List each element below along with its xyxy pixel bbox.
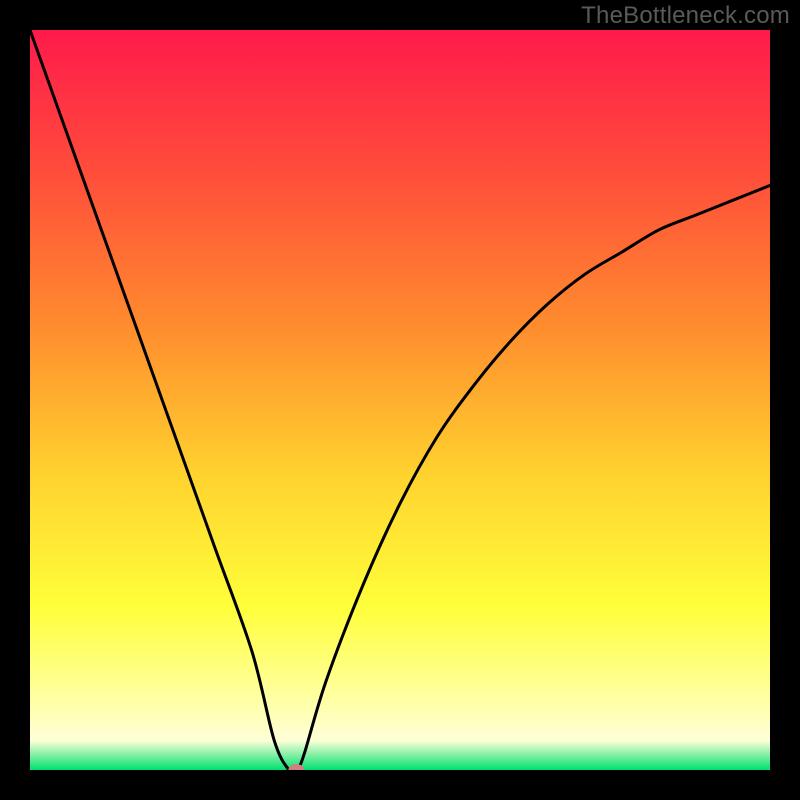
watermark-text: TheBottleneck.com (581, 2, 790, 30)
bottleneck-curve-chart (30, 30, 770, 770)
gradient-background (30, 30, 770, 770)
chart-frame: TheBottleneck.com (0, 0, 800, 800)
